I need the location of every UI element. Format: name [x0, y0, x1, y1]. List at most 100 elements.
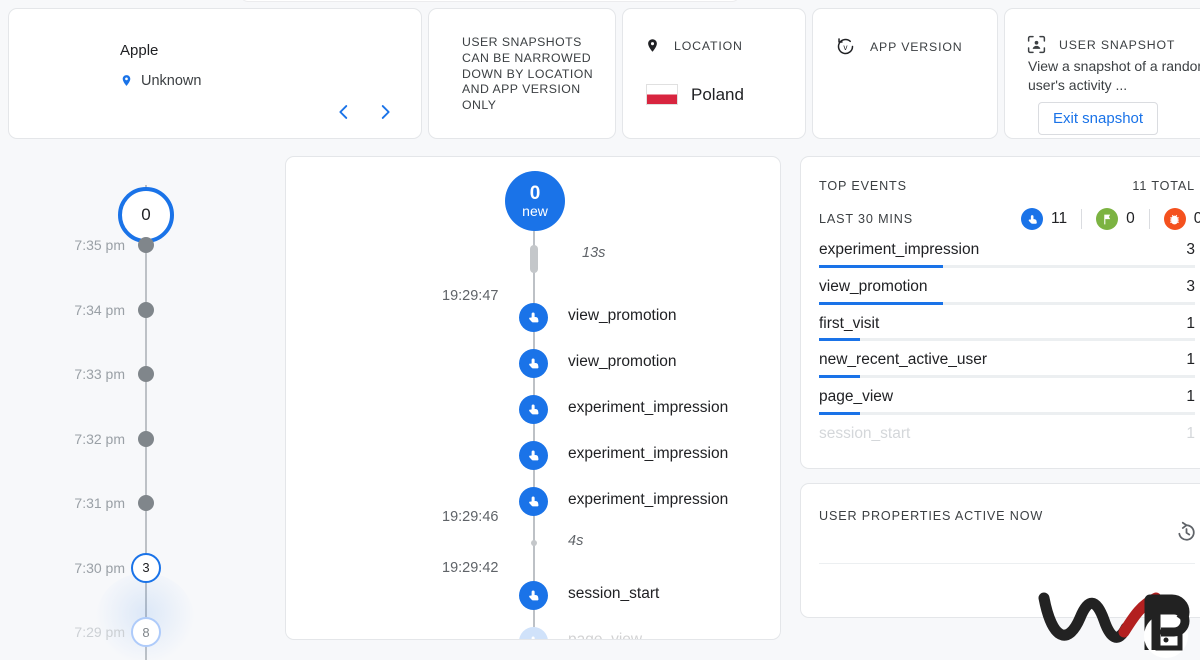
timeline-time-label: 7:29 pm	[74, 624, 125, 640]
top-event-name: session_start	[819, 424, 911, 442]
timeline-dot-marker[interactable]	[138, 495, 154, 511]
location-country: Poland	[691, 84, 744, 104]
user-snapshot-card-header: USER SNAPSHOT	[1026, 34, 1175, 55]
timeline-time-label: 7:34 pm	[74, 301, 125, 318]
history-icon[interactable]	[1174, 520, 1199, 550]
poland-flag-icon	[646, 84, 678, 105]
chevron-left-icon	[338, 105, 347, 119]
counter-divider-2	[1148, 209, 1150, 229]
top-event-row[interactable]: view_promotion 3	[819, 274, 1195, 311]
top-event-row[interactable]: new_recent_active_user 1	[819, 347, 1195, 384]
timeline-time-label: 7:30 pm	[74, 559, 125, 576]
counter-errors[interactable]: 0	[1163, 208, 1200, 230]
app-version-icon: v	[837, 38, 854, 55]
top-events-total: 11 TOTAL	[1132, 179, 1195, 193]
exit-snapshot-button[interactable]: Exit snapshot	[1038, 102, 1159, 135]
stream-gap-duration-1: 13s	[582, 245, 606, 261]
device-location: Unknown	[120, 72, 201, 89]
stream-gap-duration-2: 4s	[568, 533, 584, 549]
snapshot-hint-card: USER SNAPSHOTS CAN BE NARROWED DOWN BY L…	[428, 8, 616, 139]
touch-app-icon[interactable]	[519, 627, 548, 639]
user-properties-card: USER PROPERTIES ACTIVE NOW	[800, 483, 1200, 618]
partially-visible-card-above	[240, 0, 740, 2]
flag-icon	[1096, 208, 1119, 230]
top-events-header: TOP EVENTS 11 TOTAL	[819, 179, 1195, 193]
touch-app-icon[interactable]	[519, 349, 548, 378]
top-event-value: 1	[1186, 388, 1195, 406]
event-stream-card: 0 new 13s 19:29:47 4s 19:29:46 19:29:42 …	[285, 156, 781, 640]
location-card-title: LOCATION	[674, 38, 743, 53]
top-events-title: TOP EVENTS	[819, 179, 907, 193]
top-event-bar-fill	[819, 375, 861, 379]
stream-head-count: 0	[529, 182, 541, 204]
timeline-time-label: 7:32 pm	[74, 430, 125, 447]
stream-event-name: experiment_impression	[568, 445, 729, 462]
timeline-current-value: 0	[141, 205, 151, 224]
analytics-realtime-page: Apple Unknown USER SNAPSHOTS CAN BE NARR…	[0, 0, 1200, 660]
top-event-value: 1	[1186, 314, 1195, 332]
top-event-bar-track	[819, 338, 1195, 342]
stream-connector-upper	[533, 207, 535, 367]
location-card: LOCATION Poland	[622, 8, 806, 139]
user-properties-title: USER PROPERTIES ACTIVE NOW	[819, 509, 1044, 523]
touch-app-icon[interactable]	[519, 441, 548, 470]
top-event-value: 1	[1186, 351, 1195, 369]
timeline-count-marker[interactable]: 8	[131, 617, 161, 647]
top-event-bar-track	[819, 449, 1195, 452]
snapshot-hint-text: USER SNAPSHOTS CAN BE NARROWED DOWN BY L…	[462, 35, 594, 113]
stream-timestamp-2: 19:29:42	[442, 560, 499, 576]
counter-conversions[interactable]: 0	[1096, 208, 1135, 230]
top-event-value: 3	[1186, 277, 1195, 295]
top-event-name: new_recent_active_user	[819, 351, 988, 369]
timeline-count-marker[interactable]: 3	[131, 552, 161, 583]
top-event-row[interactable]: session_start 1	[819, 421, 1195, 458]
user-snapshot-description: View a snapshot of a random user's activ…	[1028, 58, 1200, 93]
timeline-time-label: 7:31 pm	[74, 495, 125, 511]
top-events-counters: 11 0 0	[1021, 208, 1200, 230]
top-event-value: 3	[1186, 241, 1195, 258]
top-event-bar-fill	[819, 264, 944, 268]
timeline-dot-marker[interactable]	[138, 301, 154, 318]
event-stream-inner: 0 new 13s 19:29:47 4s 19:29:46 19:29:42 …	[286, 157, 780, 639]
timeline-current-marker[interactable]: 0	[118, 187, 174, 243]
top-event-bar-fill	[819, 301, 944, 305]
location-value-row: Poland	[646, 84, 744, 105]
user-properties-divider	[819, 563, 1195, 564]
top-event-row[interactable]: page_view 1	[819, 384, 1195, 421]
stream-event-name: experiment_impression	[568, 491, 729, 508]
touch-app-icon[interactable]	[519, 395, 548, 424]
touch-app-icon[interactable]	[519, 303, 548, 332]
user-snapshot-icon	[1027, 35, 1046, 54]
stream-head-label: new	[522, 202, 548, 219]
timeline-dot-marker[interactable]	[138, 237, 154, 253]
counter-events[interactable]: 11	[1021, 208, 1067, 230]
device-name: Apple	[120, 42, 159, 59]
stream-timestamp-1: 19:29:47	[442, 288, 499, 304]
minute-timeline: 0 7:35 pm 7:34 pm 7:33 pm 7:32 pm 7:31 pm 7:3…	[0, 145, 280, 660]
top-event-name: page_view	[819, 388, 894, 406]
timeline-dot-marker[interactable]	[138, 430, 154, 447]
top-event-row[interactable]: first_visit 1	[819, 311, 1195, 348]
top-events-list: experiment_impression 3 view_promotion 3 fir…	[819, 237, 1195, 458]
top-event-bar-track	[819, 411, 1195, 415]
timeline-dot-marker[interactable]	[138, 366, 154, 382]
stream-timestamp-mid: 19:29:46	[442, 509, 499, 525]
chevron-right-icon	[381, 105, 390, 119]
prev-user-button[interactable]	[331, 99, 355, 125]
stream-event-name: experiment_impression	[568, 399, 729, 416]
stream-event-name: view_promotion	[568, 353, 677, 370]
stream-event-name: page_view	[568, 631, 643, 640]
device-card: Apple Unknown	[8, 8, 422, 139]
touch-app-icon[interactable]	[519, 581, 548, 610]
top-event-row[interactable]: experiment_impression 3	[819, 237, 1195, 274]
stream-gap-marker-2	[531, 540, 537, 546]
stream-head-node[interactable]: 0 new	[505, 171, 565, 231]
top-events-card: TOP EVENTS 11 TOTAL LAST 30 MINS 11 0 ex…	[800, 156, 1200, 469]
next-user-button[interactable]	[373, 99, 397, 125]
counter-conversions-value: 0	[1126, 210, 1135, 227]
counter-divider-1	[1081, 209, 1083, 229]
device-pager	[331, 99, 397, 125]
top-event-bar-track	[819, 264, 1195, 268]
top-event-bar-fill	[819, 411, 861, 415]
touch-app-icon[interactable]	[519, 487, 548, 516]
